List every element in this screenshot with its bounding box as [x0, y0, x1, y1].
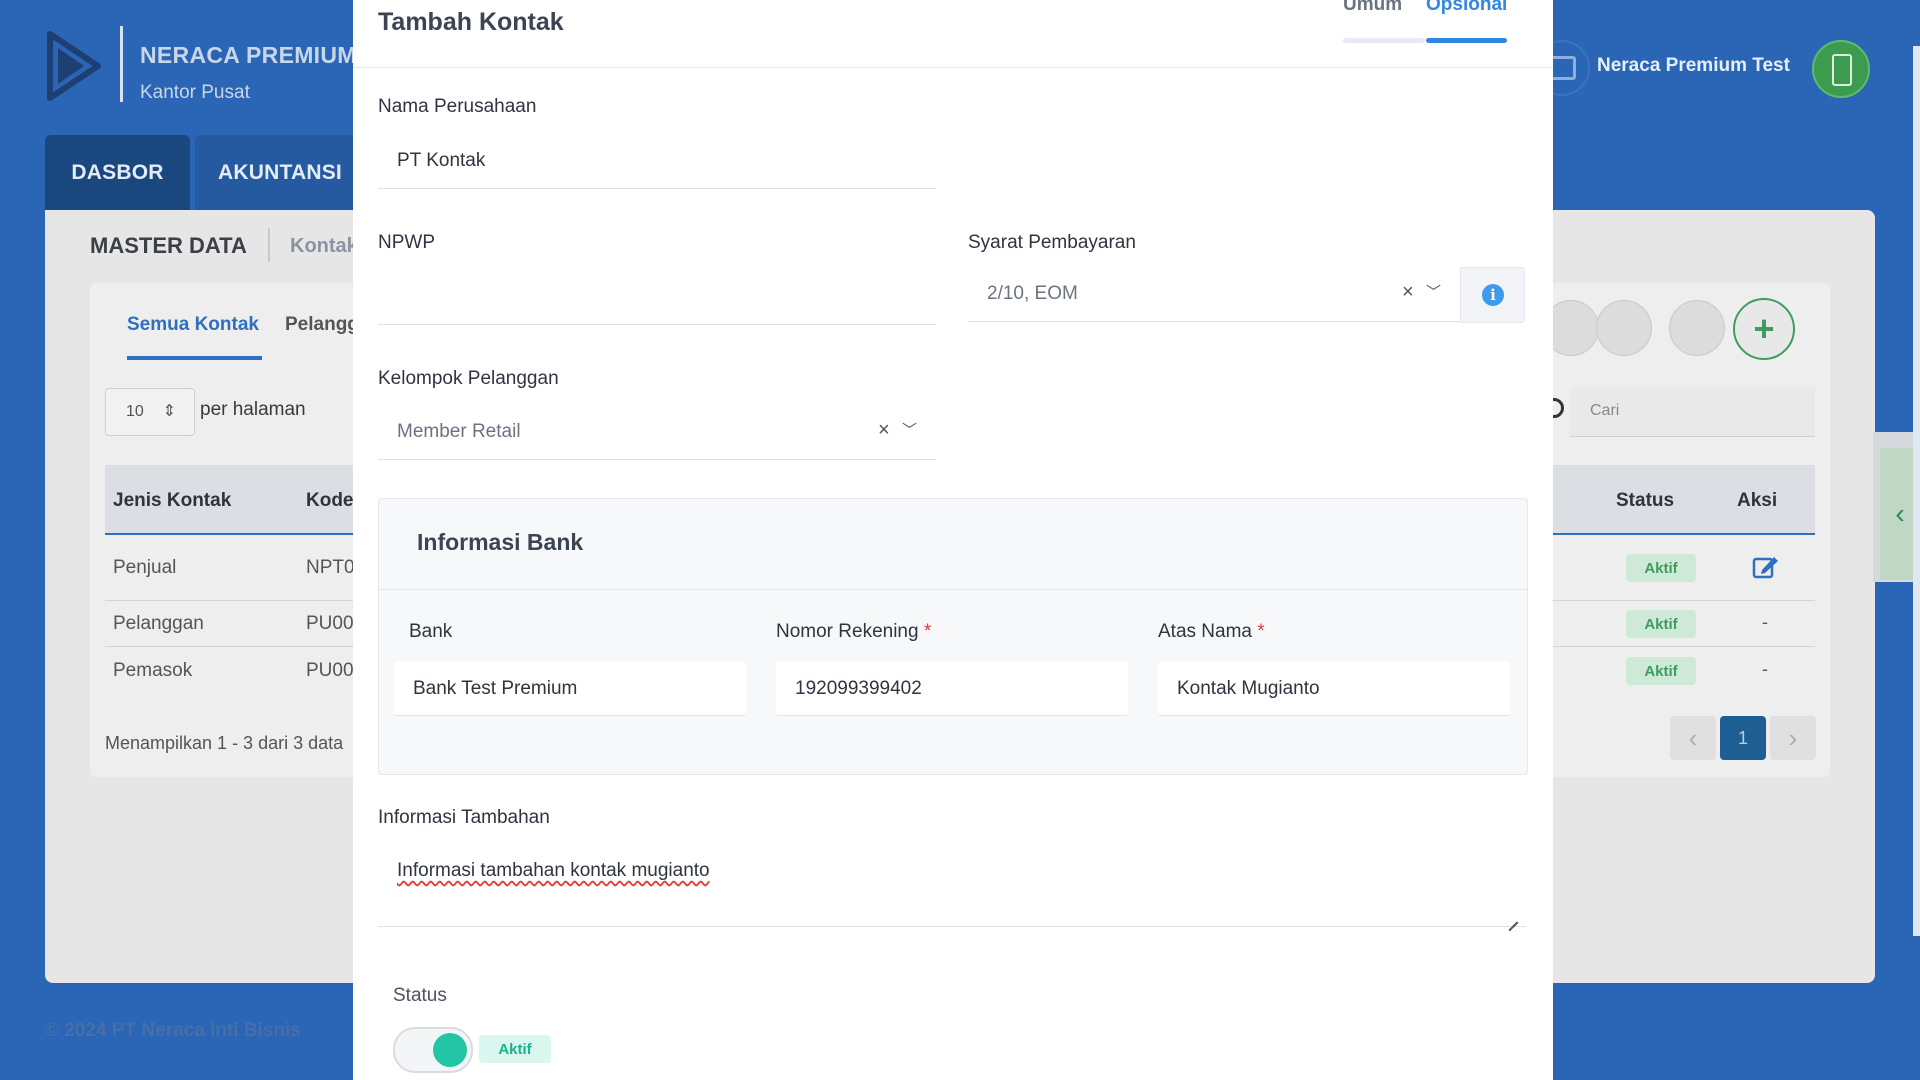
nav-tab-akuntansi[interactable]: AKUNTANSI	[195, 135, 365, 210]
syarat-pembayaran-label: Syarat Pembayaran	[968, 232, 1136, 253]
app-logo	[47, 31, 101, 101]
chevron-down-icon[interactable]: ﹀	[902, 419, 917, 440]
npwp-label: NPWP	[378, 232, 435, 253]
nomor-rekening-field[interactable]: 192099399402	[776, 661, 1128, 716]
table-row-jenis: Penjual	[113, 557, 177, 578]
brand-subtitle: Kantor Pusat	[140, 82, 250, 103]
nomor-rekening-label: Nomor Rekening *	[776, 621, 931, 643]
tab-semua-kontak[interactable]: Semua Kontak	[127, 314, 259, 336]
status-label: Status	[393, 985, 447, 1006]
add-contact-button[interactable]: +	[1733, 298, 1795, 360]
edit-icon[interactable]	[1752, 554, 1780, 580]
status-toggle[interactable]	[393, 1027, 473, 1073]
title-divider	[268, 228, 270, 262]
npwp-field[interactable]	[378, 270, 936, 325]
bank-info-section: Informasi Bank Bank Bank Test Premium No…	[378, 498, 1528, 775]
clear-icon[interactable]: ×	[878, 419, 890, 442]
search-input[interactable]: Cari	[1570, 388, 1815, 437]
bank-label: Bank	[409, 621, 453, 642]
page-number-button[interactable]: 1	[1720, 716, 1766, 760]
table-row-kode: NPT0	[306, 557, 355, 578]
action-placeholder: -	[1762, 659, 1768, 679]
status-badge: Aktif	[1626, 554, 1696, 582]
bank-value: Bank Test Premium	[413, 678, 578, 699]
toggle-knob	[433, 1033, 467, 1067]
payment-terms-info-button[interactable]: i	[1460, 267, 1525, 323]
bank-field[interactable]: Bank Test Premium	[394, 661, 746, 716]
page-scrollbar[interactable]	[1913, 46, 1920, 936]
per-page-select[interactable]: 10	[105, 388, 195, 436]
user-avatar[interactable]	[1812, 40, 1870, 98]
required-marker: *	[923, 621, 932, 642]
bank-info-header: Informasi Bank	[379, 499, 1527, 590]
nama-perusahaan-field[interactable]: PT Kontak	[378, 134, 936, 189]
per-page-label: per halaman	[200, 399, 306, 420]
copyright-text: © 2024 PT Neraca Inti Bisnis	[45, 1020, 301, 1041]
col-kode[interactable]: Kode	[306, 490, 354, 512]
brand-name: NERACA PREMIUM	[140, 42, 357, 68]
status-badge: Aktif	[1626, 657, 1696, 685]
status-badge: Aktif	[1626, 610, 1696, 638]
modal-header: Tambah Kontak Umum Opsional	[353, 0, 1553, 68]
informasi-tambahan-textarea[interactable]: Informasi tambahan kontak mugianto	[378, 846, 1526, 927]
import-icon[interactable]	[1669, 300, 1725, 356]
next-page-button[interactable]: ›	[1770, 716, 1816, 760]
nomor-rekening-value: 192099399402	[795, 678, 922, 699]
logo-divider	[120, 26, 123, 102]
prev-page-button[interactable]: ‹	[1670, 716, 1716, 760]
kelompok-pelanggan-select[interactable]: Member Retail × ﹀	[378, 405, 936, 460]
tab-opsional[interactable]: Opsional	[1426, 0, 1507, 16]
atas-nama-value: Kontak Mugianto	[1177, 678, 1320, 699]
nama-perusahaan-label: Nama Perusahaan	[378, 96, 537, 117]
action-placeholder: -	[1762, 612, 1768, 632]
active-tab-indicator	[127, 356, 262, 360]
resize-handle-icon[interactable]	[1506, 910, 1518, 922]
col-status[interactable]: Status	[1616, 490, 1674, 512]
nama-perusahaan-value: PT Kontak	[397, 150, 486, 171]
required-marker: *	[1257, 621, 1265, 642]
clear-icon[interactable]: ×	[1402, 281, 1414, 304]
tab-opsional-underline	[1426, 38, 1507, 43]
modal-title: Tambah Kontak	[378, 8, 564, 36]
atas-nama-label-text: Atas Nama	[1158, 621, 1252, 642]
syarat-pembayaran-select[interactable]: 2/10, EOM × ﹀	[968, 267, 1460, 322]
table-row-jenis: Pelanggan	[113, 613, 204, 634]
col-aksi: Aksi	[1737, 490, 1778, 511]
informasi-tambahan-value: Informasi tambahan kontak mugianto	[397, 860, 710, 881]
informasi-tambahan-label: Informasi Tambahan	[378, 807, 550, 828]
table-row-kode: PU00	[306, 660, 354, 681]
add-contact-modal: Tambah Kontak Umum Opsional Nama Perusah…	[353, 0, 1553, 1080]
user-name[interactable]: Neraca Premium Test	[1597, 55, 1790, 77]
export-icon[interactable]	[1596, 300, 1652, 356]
page-title: MASTER DATA	[90, 233, 247, 258]
status-badge: Aktif	[479, 1035, 551, 1063]
atas-nama-field[interactable]: Kontak Mugianto	[1158, 661, 1510, 716]
info-icon: i	[1482, 284, 1504, 306]
kelompok-pelanggan-value: Member Retail	[397, 421, 521, 442]
per-page-value: 10	[126, 403, 144, 420]
chevron-down-icon[interactable]: ﹀	[1426, 281, 1441, 302]
atas-nama-label: Atas Nama *	[1158, 621, 1265, 643]
kelompok-pelanggan-label: Kelompok Pelanggan	[378, 368, 559, 389]
syarat-pembayaran-value: 2/10, EOM	[987, 283, 1078, 304]
table-row-kode: PU00	[306, 613, 354, 634]
tab-umum[interactable]: Umum	[1343, 0, 1402, 16]
bank-info-title: Informasi Bank	[417, 529, 584, 555]
nomor-rekening-label-text: Nomor Rekening	[776, 621, 919, 642]
search-placeholder: Cari	[1590, 402, 1620, 419]
table-row-jenis: Pemasok	[113, 660, 193, 681]
pagination-info: Menampilkan 1 - 3 dari 3 data	[105, 733, 344, 753]
nav-tab-dasbor[interactable]: DASBOR	[45, 135, 190, 210]
col-jenis-kontak[interactable]: Jenis Kontak	[113, 490, 231, 512]
breadcrumb: Kontak	[290, 235, 358, 257]
tab-umum-underline	[1343, 38, 1425, 43]
